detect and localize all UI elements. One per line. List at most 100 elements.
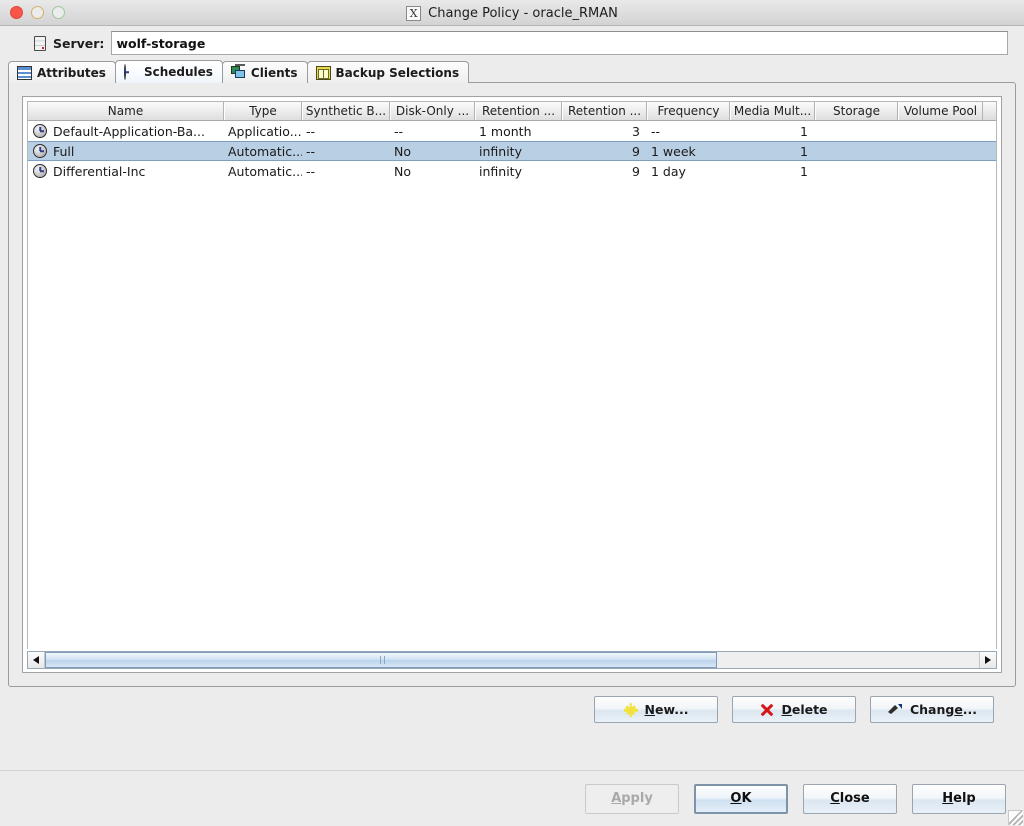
table-header-row: Name Type Synthetic B... Disk-Only ... R… xyxy=(28,102,996,121)
column-header-retention-1[interactable]: Retention ... xyxy=(475,102,562,120)
tab-attributes-label: Attributes xyxy=(37,65,106,80)
cell-retention-1: 1 month xyxy=(479,123,532,139)
cell-storage xyxy=(815,142,898,160)
cell-volume-pool xyxy=(898,142,983,160)
help-button-mnemonic: H xyxy=(942,791,954,806)
scroll-left-icon[interactable] xyxy=(28,652,44,668)
apply-button[interactable]: Apply xyxy=(585,783,679,814)
cell-name: Full xyxy=(28,142,224,160)
table-row[interactable]: Default-Application-Ba... Applicatio... … xyxy=(28,121,996,141)
new-button[interactable]: New... xyxy=(594,696,718,723)
tab-schedules[interactable]: Schedules xyxy=(114,60,223,83)
cell-media-mult: 1 xyxy=(800,163,808,179)
clients-icon xyxy=(230,63,246,80)
tab-bar: Attributes Schedules Clients Backup Sele… xyxy=(8,60,1024,83)
ok-button-mnemonic: O xyxy=(730,791,742,806)
cell-name-text: Differential-Inc xyxy=(53,163,146,179)
delete-button-mnemonic: D xyxy=(781,702,792,717)
pencil-icon xyxy=(887,703,903,716)
column-header-synthetic[interactable]: Synthetic B... xyxy=(302,102,390,120)
change-policy-window: X Change Policy - oracle_RMAN Server: wo… xyxy=(0,0,1024,826)
delete-button[interactable]: Delete xyxy=(732,696,856,723)
close-button[interactable] xyxy=(10,6,23,19)
minimize-button[interactable] xyxy=(31,6,44,19)
cell-frequency: 1 day xyxy=(651,163,686,179)
column-header-disk-only[interactable]: Disk-Only ... xyxy=(390,102,475,120)
cell-media-mult: 1 xyxy=(800,123,808,139)
title-center: X Change Policy - oracle_RMAN xyxy=(0,0,1024,26)
resize-grip[interactable] xyxy=(1008,810,1023,825)
cell-disk-only: No xyxy=(394,143,411,159)
table-row[interactable]: Full Automatic... -- No infinity 9 1 wee… xyxy=(28,141,996,161)
column-header-retention-2[interactable]: Retention ... xyxy=(562,102,647,120)
column-header-volume-pool[interactable]: Volume Pool xyxy=(898,102,983,120)
tab-attributes[interactable]: Attributes xyxy=(8,61,116,83)
schedules-table: Name Type Synthetic B... Disk-Only ... R… xyxy=(27,101,997,649)
cell-retention-2: 3 xyxy=(632,123,640,139)
window-controls xyxy=(10,6,65,19)
change-button[interactable]: Change... xyxy=(870,696,994,723)
change-button-mnemonic: e xyxy=(954,702,963,717)
red-x-icon xyxy=(760,703,774,717)
cell-retention-2: 9 xyxy=(632,163,640,179)
close-button-label: lose xyxy=(839,791,870,806)
cell-synthetic: -- xyxy=(306,163,316,179)
backup-selections-icon xyxy=(315,65,331,80)
column-header-type[interactable]: Type xyxy=(224,102,302,120)
scroll-right-icon[interactable] xyxy=(980,652,996,668)
cell-type: Automatic... xyxy=(228,143,302,159)
cell-name-text: Default-Application-Ba... xyxy=(53,123,205,139)
cell-storage xyxy=(815,121,898,141)
cell-retention-1: infinity xyxy=(479,143,522,159)
tab-schedules-label: Schedules xyxy=(143,65,213,79)
cell-volume-pool xyxy=(898,161,983,181)
tab-backup-selections[interactable]: Backup Selections xyxy=(306,61,470,83)
schedules-panel: Name Type Synthetic B... Disk-Only ... R… xyxy=(8,82,1016,687)
table-row[interactable]: Differential-Inc Automatic... -- No infi… xyxy=(28,161,996,181)
server-icon xyxy=(34,35,46,51)
apply-button-label: pply xyxy=(621,791,653,806)
cell-retention-1: infinity xyxy=(479,163,522,179)
help-button[interactable]: Help xyxy=(912,783,1006,814)
tab-clients[interactable]: Clients xyxy=(221,61,308,83)
server-label: Server: xyxy=(53,35,105,51)
cell-retention-2: 9 xyxy=(632,143,640,159)
schedule-clock-icon xyxy=(33,164,47,178)
change-button-label-suffix: ... xyxy=(962,702,978,717)
tab-clients-label: Clients xyxy=(250,65,298,80)
column-header-storage[interactable]: Storage xyxy=(815,102,898,120)
table-body: Default-Application-Ba... Applicatio... … xyxy=(28,121,996,649)
help-button-label: elp xyxy=(953,791,976,806)
ok-button[interactable]: OK xyxy=(694,783,788,814)
cell-name: Differential-Inc xyxy=(28,161,224,181)
column-header-frequency[interactable]: Frequency xyxy=(647,102,730,120)
cell-synthetic: -- xyxy=(306,123,316,139)
cell-disk-only: No xyxy=(394,163,411,179)
cell-frequency: -- xyxy=(651,123,661,139)
schedules-table-container: Name Type Synthetic B... Disk-Only ... R… xyxy=(22,96,1002,673)
server-field[interactable]: wolf-storage xyxy=(111,31,1008,55)
cell-storage xyxy=(815,161,898,181)
ok-button-label: K xyxy=(741,791,752,806)
scrollbar-track[interactable] xyxy=(44,652,980,668)
scrollbar-thumb[interactable] xyxy=(45,652,718,668)
attributes-icon xyxy=(17,65,32,80)
delete-button-label: elete xyxy=(791,702,828,717)
cell-name-text: Full xyxy=(53,143,75,159)
new-button-label: ew... xyxy=(654,702,689,717)
cell-type: Automatic... xyxy=(228,163,302,179)
column-header-name[interactable]: Name xyxy=(28,102,224,120)
apply-button-mnemonic: A xyxy=(611,791,622,806)
close-dialog-button[interactable]: Close xyxy=(803,783,897,814)
schedule-clock-icon xyxy=(33,124,47,138)
horizontal-scrollbar[interactable] xyxy=(27,651,997,669)
window-title: Change Policy - oracle_RMAN xyxy=(428,5,618,21)
dialog-footer: Apply OK Close Help xyxy=(0,770,1024,826)
column-header-media-mult[interactable]: Media Mult... xyxy=(730,102,815,120)
starburst-icon xyxy=(624,703,638,717)
cell-type: Applicatio... xyxy=(228,123,302,139)
schedule-action-buttons: New... Delete Change... xyxy=(0,687,1024,723)
tab-backup-selections-label: Backup Selections xyxy=(335,65,460,80)
maximize-button[interactable] xyxy=(52,6,65,19)
change-button-label-prefix: Chang xyxy=(909,702,955,717)
